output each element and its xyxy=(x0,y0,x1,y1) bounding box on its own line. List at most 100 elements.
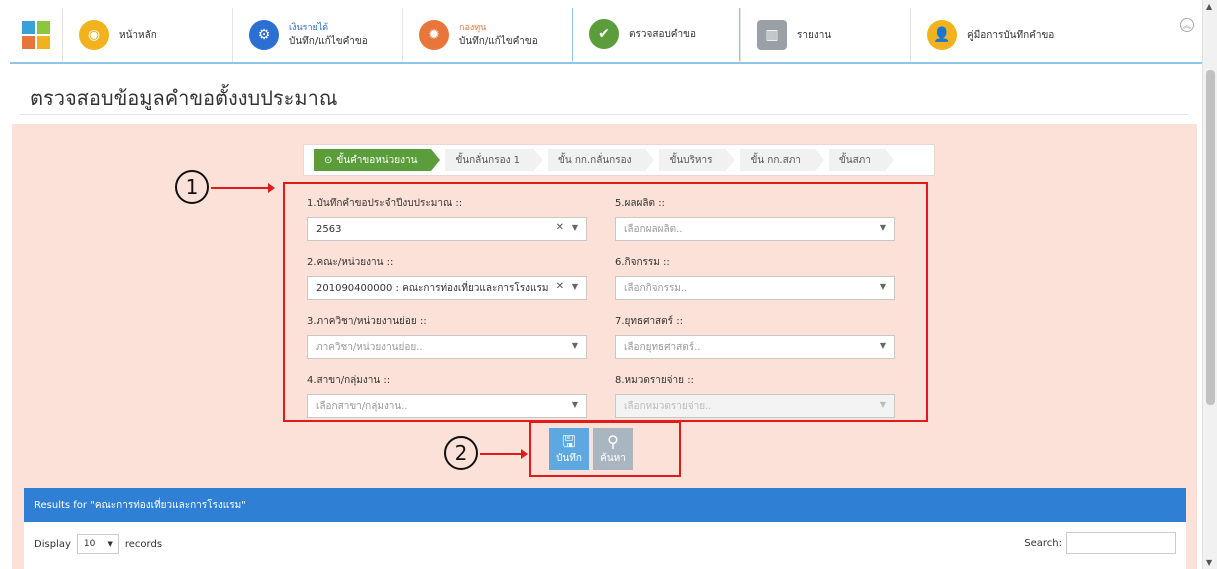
fiscal-year-label: 1.บันทึกคำขอประจำปีงบประมาณ :: xyxy=(307,198,463,209)
records-per-page-value: 10 xyxy=(83,539,96,549)
nav-tab-fund-label: บันทึก/แก้ไขคำขอ xyxy=(459,36,538,47)
results-title: Results for "คณะการท่องเที่ยวและการโรงแร… xyxy=(34,499,246,511)
filter-form-highlight: 1.บันทึกคำขอประจำปีงบประมาณ :: 2563 ✕ ▼ … xyxy=(283,182,928,422)
expense-category-select[interactable]: เลือกหมวดรายจ่าย.. ▼ xyxy=(615,394,895,418)
results-header: Results for "คณะการท่องเที่ยวและการโรงแร… xyxy=(24,488,1186,522)
user-guide-icon: 👤 xyxy=(927,20,957,50)
app-logo[interactable] xyxy=(10,8,62,62)
step-label: ขั้น กก.สภา xyxy=(750,154,801,166)
nav-tab-guide-label: คู่มือการบันทึกคำขอ xyxy=(967,29,1055,41)
field-fiscal-year: 1.บันทึกคำขอประจำปีงบประมาณ :: 2563 ✕ ▼ xyxy=(307,196,587,241)
callout-2-arrow xyxy=(480,449,528,459)
chevron-down-icon: ▼ xyxy=(571,341,578,350)
nav-tab-income-edit[interactable]: ⚙ เงินรายได้ บันทึก/แก้ไขคำขอ xyxy=(232,8,402,62)
faculty-select[interactable]: 201090400000 : คณะการท่องเที่ยวและการโรง… xyxy=(307,276,587,300)
nav-tab-fund-edit[interactable]: ✹ กองทุน บันทึก/แก้ไขคำขอ xyxy=(402,8,572,62)
expense-category-label: 8.หมวดรายจ่าย :: xyxy=(615,375,694,386)
floppy-disk-icon: 🖫 xyxy=(562,431,576,451)
department-placeholder: ภาควิชา/หน่วยงานย่อย.. xyxy=(316,341,423,353)
results-table-controls: Display 10 ▼ records Search: xyxy=(24,522,1186,569)
nav-tab-report[interactable]: ▥ รายงาน xyxy=(740,8,910,62)
step-label: ขั้นกลั่นกรอง 1 xyxy=(455,154,520,166)
page-scrollbar[interactable]: ▲ ▼ xyxy=(1202,0,1217,569)
search-button[interactable]: ⚲ ค้นหา xyxy=(593,428,633,470)
callout-1: 1 xyxy=(175,170,209,204)
strategy-label: 7.ยุทธศาสตร์ :: xyxy=(615,316,683,327)
callout-2: 2 xyxy=(444,436,478,470)
field-department: 3.ภาควิชา/หน่วยงานย่อย :: ภาควิชา/หน่วยง… xyxy=(307,314,587,359)
scroll-down-icon[interactable]: ▼ xyxy=(1206,558,1212,567)
table-search-input[interactable] xyxy=(1066,532,1176,554)
field-output: 5.ผลผลิต :: เลือกผลผลิต.. ▼ xyxy=(615,196,895,241)
search-button-label: ค้นหา xyxy=(600,452,626,464)
scroll-up-icon[interactable]: ▲ xyxy=(1206,2,1212,11)
field-expense-category: 8.หมวดรายจ่าย :: เลือกหมวดรายจ่าย.. ▼ xyxy=(615,373,895,418)
nav-tab-home[interactable]: ◉ หน้าหลัก xyxy=(62,8,232,62)
activity-placeholder: เลือกกิจกรรม.. xyxy=(624,282,688,294)
chevron-down-icon: ▼ xyxy=(879,400,886,409)
table-search: Search: xyxy=(1024,532,1176,554)
activity-select[interactable]: เลือกกิจกรรม.. ▼ xyxy=(615,276,895,300)
step-council-committee[interactable]: ขั้น กก.สภา xyxy=(740,149,825,171)
step-council[interactable]: ขั้นสภา xyxy=(828,149,894,171)
nav-tab-income-sup: เงินรายได้ xyxy=(289,23,329,33)
department-label: 3.ภาควิชา/หน่วยงานย่อย :: xyxy=(307,316,427,327)
check-circle-icon: ⊙ xyxy=(324,154,333,166)
records-per-page-select[interactable]: 10 ▼ xyxy=(76,534,119,554)
clear-icon[interactable]: ✕ xyxy=(556,222,564,233)
branch-placeholder: เลือกสาขา/กลุ่มงาน.. xyxy=(316,400,408,412)
step-label: ขั้น กก.กลั่นกรอง xyxy=(558,154,632,166)
chevron-down-icon: ▼ xyxy=(571,282,578,291)
step-screening-1[interactable]: ขั้นกลั่นกรอง 1 xyxy=(445,149,543,171)
branch-select[interactable]: เลือกสาขา/กลุ่มงาน.. ▼ xyxy=(307,394,587,418)
step-label: ขั้นสภา xyxy=(838,154,871,166)
chevron-down-icon: ▼ xyxy=(879,223,886,232)
clear-icon[interactable]: ✕ xyxy=(556,281,564,292)
save-button[interactable]: 🖫 บันทึก xyxy=(549,428,589,470)
department-select[interactable]: ภาควิชา/หน่วยงานย่อย.. ▼ xyxy=(307,335,587,359)
chevron-down-icon: ▼ xyxy=(571,223,578,232)
chevron-up-icon: ︽ xyxy=(1183,20,1191,30)
dashboard-icon: ◉ xyxy=(79,20,109,50)
faculty-value: 201090400000 : คณะการท่องเที่ยวและการโรง… xyxy=(316,282,548,294)
output-placeholder: เลือกผลผลิต.. xyxy=(624,223,683,235)
scrollbar-thumb[interactable] xyxy=(1206,70,1215,405)
workflow-steps: ⊙ ขั้นคำขอหน่วยงาน ขั้นกลั่นกรอง 1 ขั้น … xyxy=(303,144,935,176)
nav-tab-verify[interactable]: ✔ ตรวจสอบคำขอ xyxy=(572,8,740,62)
step-screening-committee[interactable]: ขั้น กก.กลั่นกรอง xyxy=(548,149,656,171)
chevron-down-icon: ▼ xyxy=(879,341,886,350)
search-panel: ⊙ ขั้นคำขอหน่วยงาน ขั้นกลั่นกรอง 1 ขั้น … xyxy=(12,124,1197,569)
bar-chart-icon: ▥ xyxy=(757,20,787,50)
field-faculty: 2.คณะ/หน่วยงาน :: 201090400000 : คณะการท… xyxy=(307,255,587,300)
display-label: Display xyxy=(34,538,71,550)
nav-tab-fund-sup: กองทุน xyxy=(459,23,487,33)
step-executive[interactable]: ขั้นบริหาร xyxy=(659,149,736,171)
chevron-down-icon: ▼ xyxy=(571,400,578,409)
activity-label: 6.กิจกรรม :: xyxy=(615,257,670,268)
faculty-label: 2.คณะ/หน่วยงาน :: xyxy=(307,257,394,268)
gears-icon: ⚙ xyxy=(249,20,279,50)
chevron-down-icon: ▼ xyxy=(879,282,886,291)
step-unit-request[interactable]: ⊙ ขั้นคำขอหน่วยงาน xyxy=(314,149,441,171)
fiscal-year-select[interactable]: 2563 ✕ ▼ xyxy=(307,217,587,241)
action-buttons-highlight: 🖫 บันทึก ⚲ ค้นหา xyxy=(529,421,681,477)
output-label: 5.ผลผลิต :: xyxy=(615,198,665,209)
strategy-select[interactable]: เลือกยุทธศาสตร์.. ▼ xyxy=(615,335,895,359)
nav-tab-home-label: หน้าหลัก xyxy=(119,29,157,41)
collapse-nav-button[interactable]: ︽ xyxy=(1180,18,1194,32)
table-search-label: Search: xyxy=(1024,537,1062,549)
display-records: Display 10 ▼ records xyxy=(34,534,162,554)
field-strategy: 7.ยุทธศาสตร์ :: เลือกยุทธศาสตร์.. ▼ xyxy=(615,314,895,359)
save-button-label: บันทึก xyxy=(556,452,582,464)
nav-tab-verify-label: ตรวจสอบคำขอ xyxy=(629,28,696,40)
nav-tab-guide[interactable]: 👤 คู่มือการบันทึกคำขอ xyxy=(910,8,1110,62)
records-label: records xyxy=(124,538,163,550)
step-label: ขั้นคำขอหน่วยงาน xyxy=(336,154,418,166)
output-select[interactable]: เลือกผลผลิต.. ▼ xyxy=(615,217,895,241)
title-divider xyxy=(20,114,1188,115)
logo-grid-icon xyxy=(22,21,50,49)
branch-label: 4.สาขา/กลุ่มงาน :: xyxy=(307,375,391,386)
check-circle-icon: ✔ xyxy=(589,19,619,49)
top-navigation: ◉ หน้าหลัก ⚙ เงินรายได้ บันทึก/แก้ไขคำขอ… xyxy=(10,8,1202,64)
nav-tab-income-label: บันทึก/แก้ไขคำขอ xyxy=(289,36,368,47)
